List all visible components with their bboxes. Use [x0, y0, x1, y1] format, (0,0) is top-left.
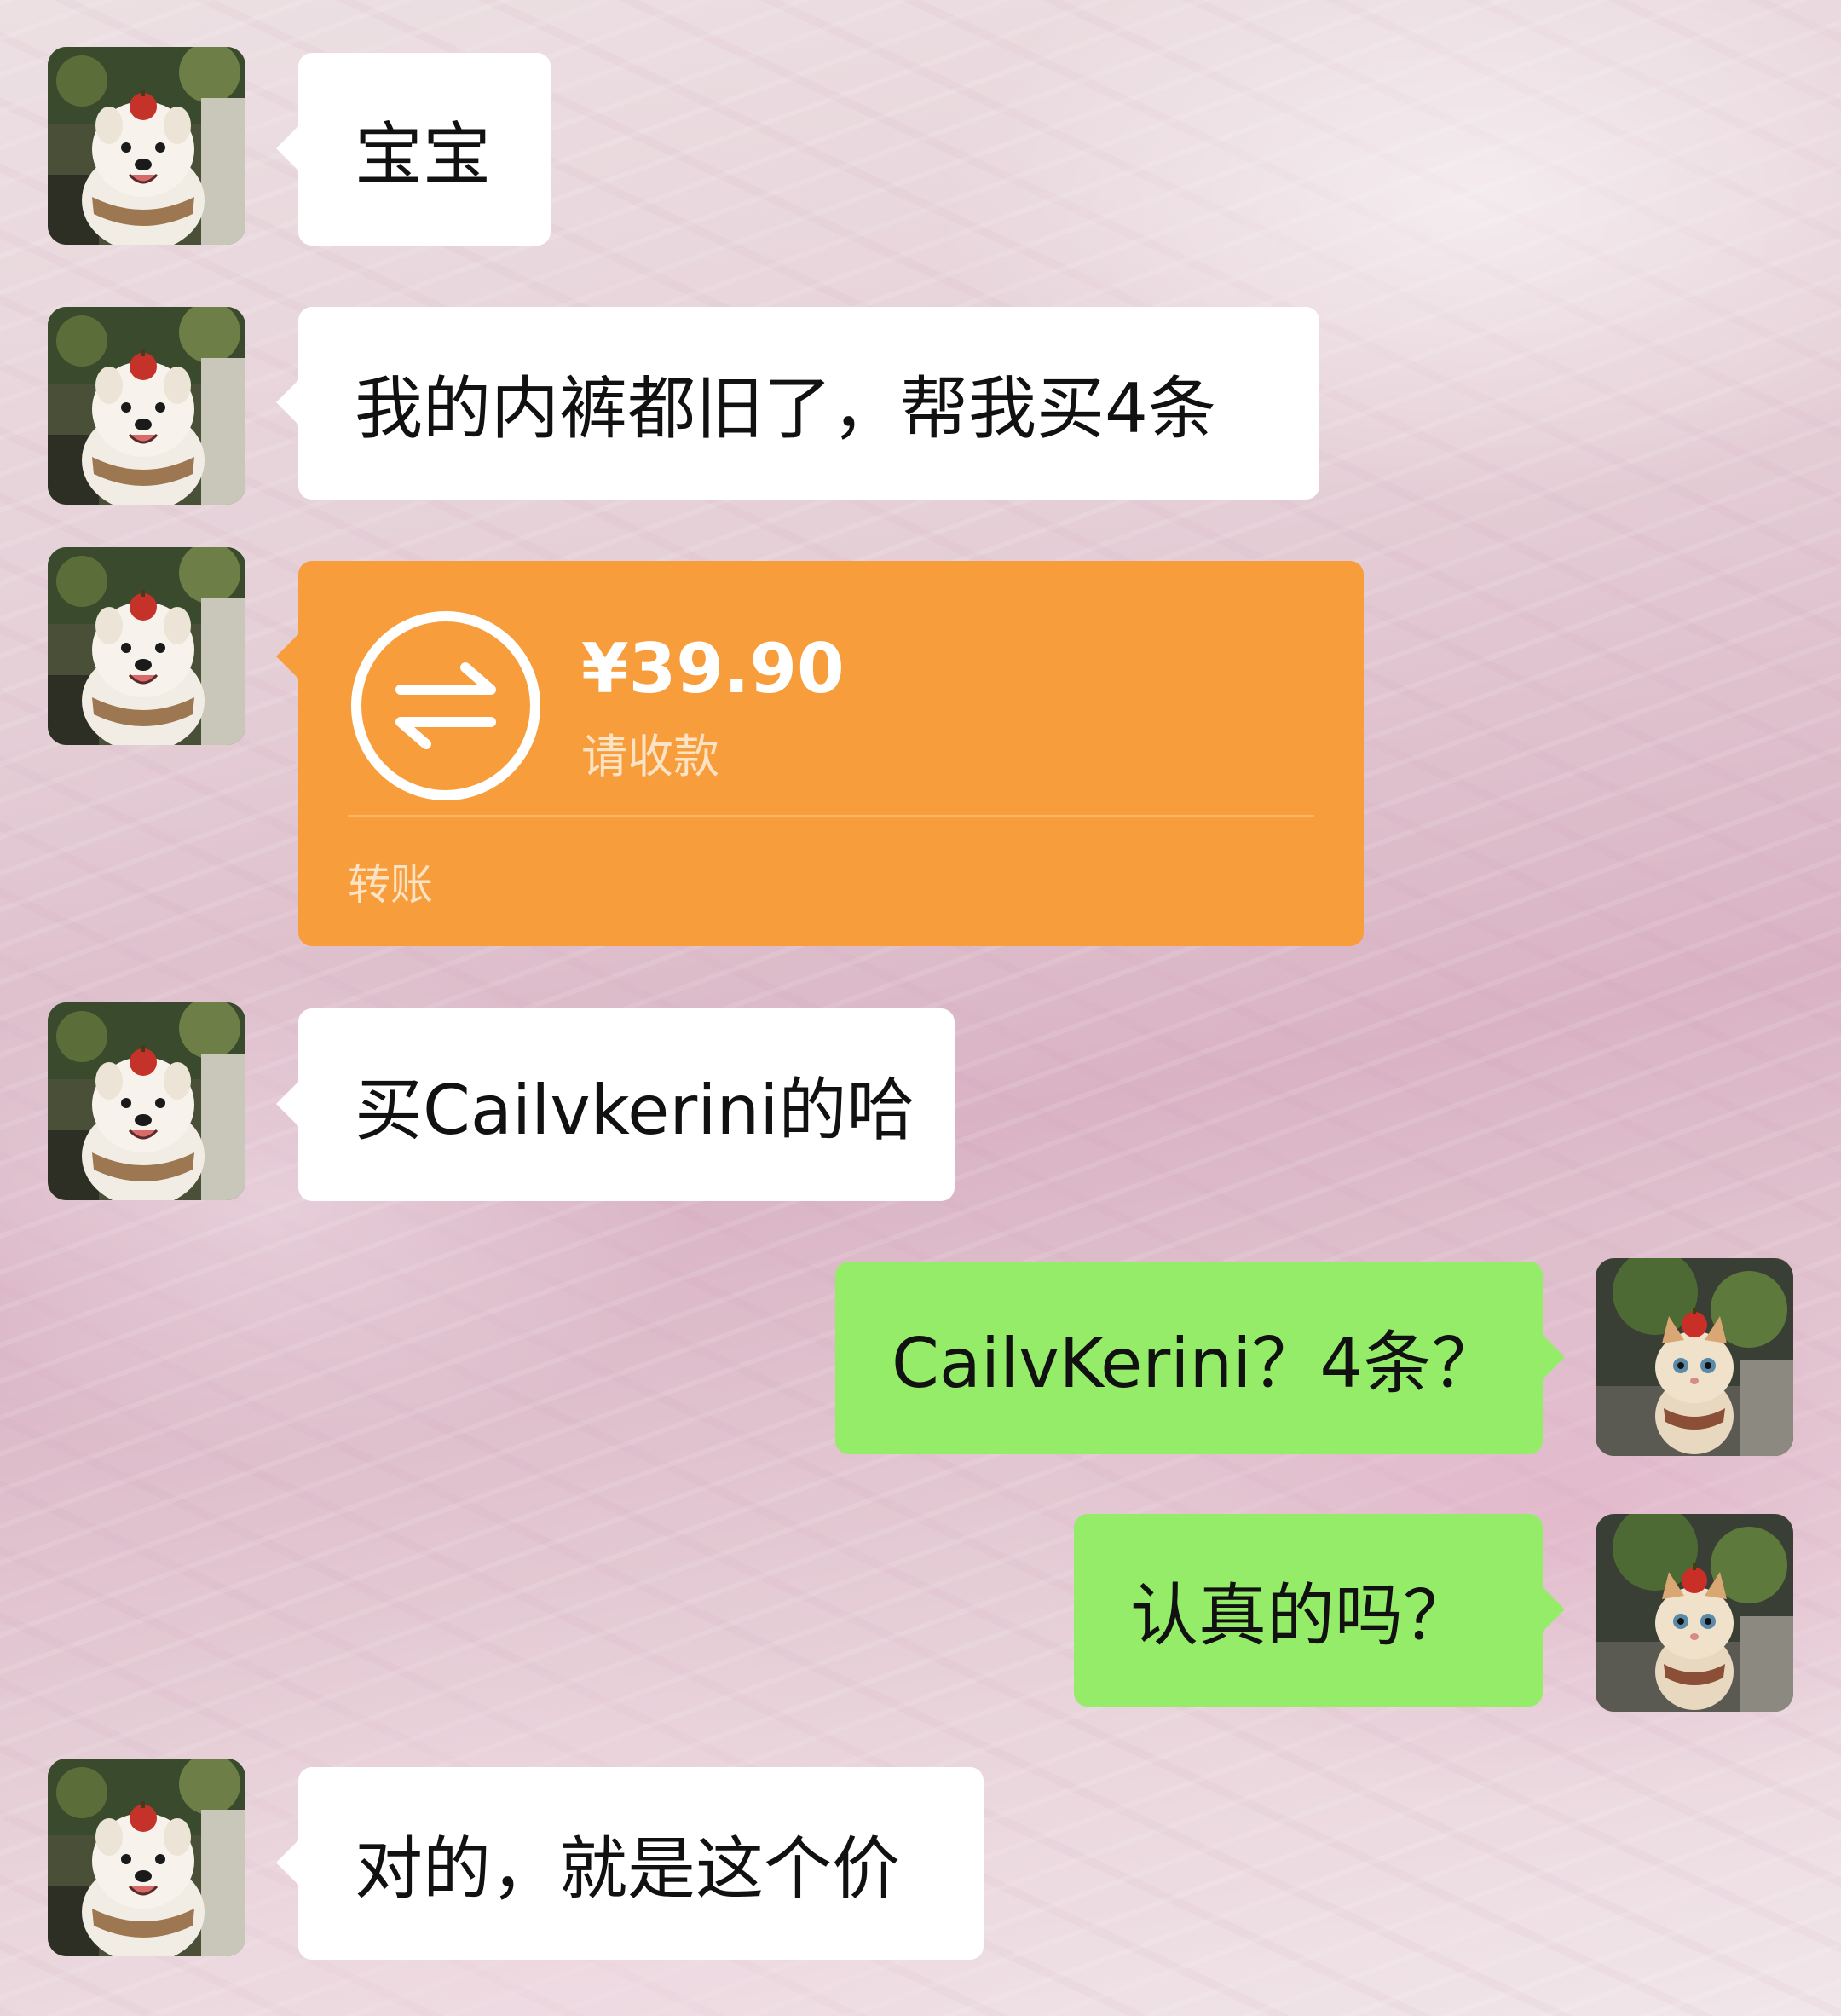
- transfer-card[interactable]: ¥39.90 请收款 转账: [276, 561, 1364, 946]
- message-text: 我的内裤都旧了，帮我买4条: [355, 369, 1216, 448]
- transfer-label: 转账: [348, 860, 433, 910]
- message-text: 对的，就是这个价: [355, 1829, 900, 1909]
- message-bubble[interactable]: 买Cailvkerini的哈: [276, 1008, 955, 1201]
- message-text: CailvKerini？4条？: [892, 1324, 1500, 1403]
- transfer-status: 请收款: [581, 730, 719, 783]
- message-bubble[interactable]: 对的，就是这个价: [276, 1767, 984, 1960]
- dog-avatar[interactable]: [48, 307, 245, 505]
- transfer-amount: ¥39.90: [581, 629, 845, 708]
- transfer-icon: [351, 611, 540, 800]
- message-bubble[interactable]: CailvKerini？4条？: [835, 1262, 1565, 1454]
- message-bubble[interactable]: 我的内裤都旧了，帮我买4条: [276, 307, 1319, 500]
- dog-avatar[interactable]: [48, 1759, 245, 1956]
- message-bubble[interactable]: 认真的吗？: [1074, 1514, 1565, 1707]
- message-bubble[interactable]: 宝宝: [276, 53, 551, 246]
- dog-avatar[interactable]: [48, 47, 245, 245]
- transfer-divider: [348, 815, 1314, 817]
- message-text: 宝宝: [355, 115, 491, 194]
- dog-avatar[interactable]: [48, 547, 245, 745]
- dog-avatar[interactable]: [48, 1002, 245, 1200]
- cat-avatar[interactable]: [1596, 1258, 1793, 1456]
- message-text: 认真的吗？: [1130, 1576, 1471, 1655]
- message-text: 买Cailvkerini的哈: [355, 1071, 915, 1150]
- cat-avatar[interactable]: [1596, 1514, 1793, 1712]
